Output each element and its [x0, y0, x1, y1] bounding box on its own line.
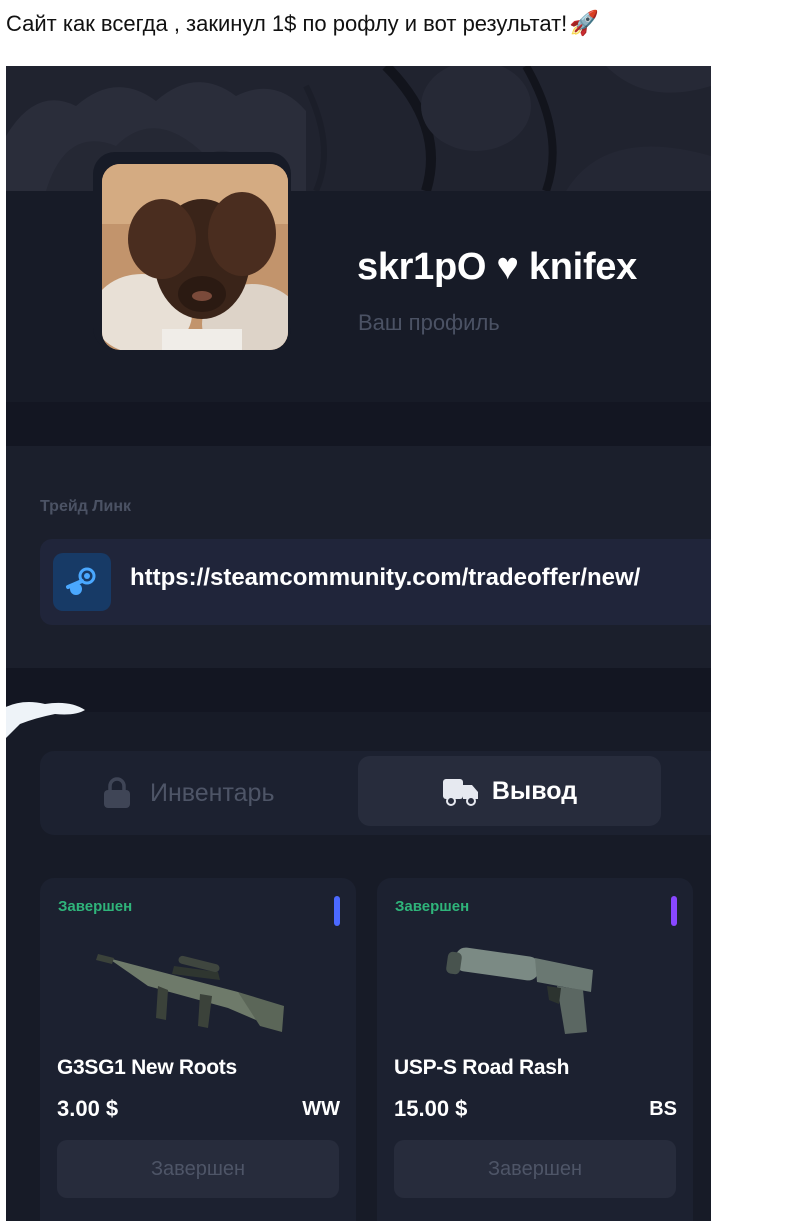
message-caption: Сайт как всегда , закинул 1$ по рофлу и … [6, 6, 806, 42]
item-status-tag: Завершен [395, 898, 470, 915]
item-status-button[interactable]: Завершен [57, 1140, 339, 1198]
item-card[interactable]: Завершен G3SG1 New Roots 3.00 $ WW Завер… [40, 878, 356, 1221]
rarity-indicator [671, 896, 677, 926]
lock-icon [104, 777, 130, 808]
item-status-button[interactable]: Завершен [394, 1140, 676, 1198]
rarity-indicator [334, 896, 340, 926]
snow-decoration-icon [6, 702, 85, 738]
item-name: G3SG1 New Roots [57, 1056, 237, 1079]
truck-icon [442, 779, 478, 806]
screenshot-frame: skr1pO ♥ knifex Ваш профиль Трейд Линк h… [6, 66, 711, 1221]
item-price: 15.00 $ [394, 1096, 468, 1121]
item-price: 3.00 $ [57, 1096, 119, 1121]
profile-username: skr1pO ♥ knifex [357, 246, 637, 288]
trade-link-value[interactable]: https://steamcommunity.com/tradeoffer/ne… [130, 564, 640, 592]
steam-icon[interactable] [53, 553, 111, 611]
item-status-tag: Завершен [58, 898, 133, 915]
profile-subtitle: Ваш профиль [358, 310, 500, 335]
rifle-icon [96, 954, 284, 1032]
item-wear: BS [649, 1098, 677, 1120]
section-divider-2 [6, 668, 711, 712]
tab-withdraw[interactable]: Вывод [358, 756, 661, 826]
item-wear: WW [302, 1098, 340, 1120]
item-card[interactable]: Завершен USP-S Road Rash 15.00 $ BS Заве… [377, 878, 693, 1221]
tab-inventory-label: Инвентарь [150, 778, 275, 807]
avatar[interactable] [102, 164, 288, 350]
caption-text: Сайт как всегда , закинул 1$ по рофлу и … [6, 11, 568, 36]
tab-withdraw-label: Вывод [491, 776, 578, 805]
trade-link-label: Трейд Линк [40, 498, 132, 515]
tab-inventory[interactable]: Инвентарь [102, 773, 275, 813]
item-name: USP-S Road Rash [394, 1056, 570, 1079]
section-divider [6, 402, 711, 446]
pistol-icon [446, 947, 593, 1034]
rocket-emoji-icon: 🚀 [569, 10, 600, 37]
